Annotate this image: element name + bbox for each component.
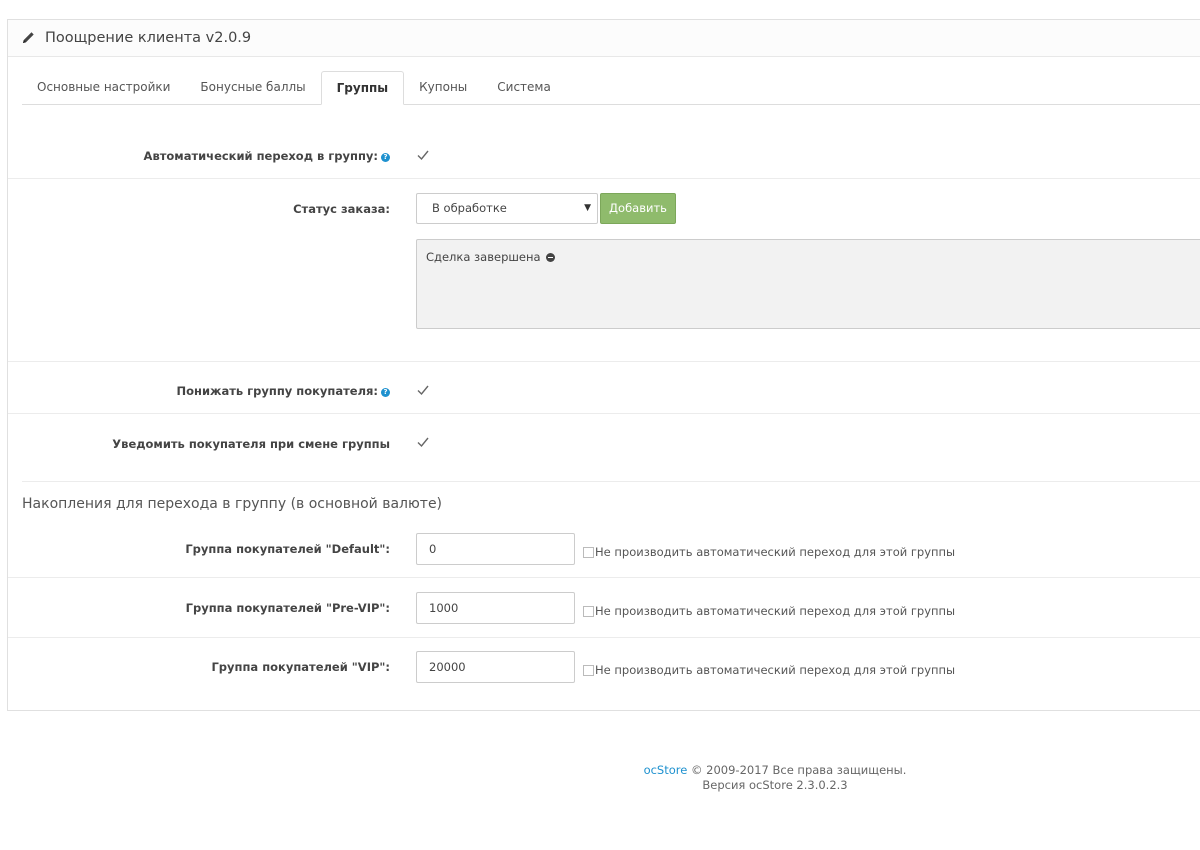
footer-copyright-text: © 2009-2017 Все права защищены.: [687, 763, 907, 777]
skip-label: Не производить автоматический переход дл…: [595, 545, 956, 559]
panel-heading: Поощрение клиента v2.0.9: [8, 20, 1200, 57]
tab-system[interactable]: Система: [482, 71, 566, 104]
tab-groups[interactable]: Группы: [320, 71, 405, 105]
remove-icon[interactable]: [545, 253, 555, 262]
status-item: Сделка завершена: [426, 250, 555, 264]
divider: [8, 637, 1200, 638]
group-previp-label: Группа покупателей "Pre-VIP":: [185, 601, 390, 615]
order-status-list: Сделка завершена: [416, 239, 1200, 329]
help-icon[interactable]: ?: [381, 153, 390, 162]
tab-bonus-points[interactable]: Бонусные баллы: [185, 71, 320, 104]
order-status-selected: В обработке: [432, 201, 507, 215]
downgrade-label: Понижать группу покупателя:?: [0, 384, 390, 398]
tab-coupons[interactable]: Купоны: [404, 71, 482, 104]
caret-down-icon: ▼: [584, 203, 591, 213]
downgrade-checkbox[interactable]: [417, 384, 429, 396]
panel-title: Поощрение клиента v2.0.9: [45, 30, 252, 46]
skip-checkbox[interactable]: [583, 664, 594, 676]
checkmark-icon: [417, 437, 429, 448]
divider: [8, 361, 1200, 362]
order-status-label: Статус заказа:: [293, 202, 390, 216]
tab-basic-settings[interactable]: Основные настройки: [22, 71, 185, 104]
footer-version: Версия ocStore 2.3.0.2.3: [702, 778, 848, 792]
accumulation-title: Накопления для перехода в группу (в осно…: [22, 496, 443, 512]
auto-transition-label: Автоматический переход в группу:?: [0, 149, 390, 163]
status-item-label: Сделка завершена: [426, 250, 541, 264]
group-default-label: Группа покупателей "Default":: [185, 542, 390, 556]
divider: [8, 577, 1200, 578]
group-previp-skip[interactable]: Не производить автоматический переход дл…: [583, 604, 955, 618]
add-status-button[interactable]: Добавить: [600, 193, 676, 224]
group-previp-input[interactable]: [416, 592, 575, 624]
footer-brand-link[interactable]: ocStore: [644, 763, 688, 777]
skip-checkbox[interactable]: [583, 546, 594, 558]
auto-transition-text: Автоматический переход в группу:: [143, 149, 378, 163]
pencil-icon: [22, 31, 36, 45]
divider: [8, 413, 1200, 414]
skip-label: Не производить автоматический переход дл…: [595, 604, 956, 618]
checkmark-icon: [417, 150, 429, 161]
downgrade-text: Понижать группу покупателя:: [176, 384, 378, 398]
checkmark-icon: [417, 385, 429, 396]
group-default-input[interactable]: [416, 533, 575, 565]
footer-copyright: ocStore © 2009-2017 Все права защищены.: [0, 763, 1200, 777]
group-default-skip[interactable]: Не производить автоматический переход дл…: [583, 545, 955, 559]
help-icon[interactable]: ?: [381, 388, 390, 397]
auto-transition-checkbox[interactable]: [417, 149, 429, 161]
skip-checkbox[interactable]: [583, 605, 594, 617]
order-status-select[interactable]: В обработке ▼: [416, 193, 598, 224]
divider: [8, 178, 1200, 179]
skip-label: Не производить автоматический переход дл…: [595, 663, 956, 677]
group-vip-label: Группа покупателей "VIP":: [211, 660, 390, 674]
group-vip-input[interactable]: [416, 651, 575, 683]
notify-checkbox[interactable]: [417, 436, 429, 448]
notify-label: Уведомить покупателя при смене группы: [112, 437, 390, 451]
tabs-bar: Основные настройки Бонусные баллы Группы…: [22, 71, 1200, 105]
divider: [22, 481, 1200, 482]
group-vip-skip[interactable]: Не производить автоматический переход дл…: [583, 663, 955, 677]
